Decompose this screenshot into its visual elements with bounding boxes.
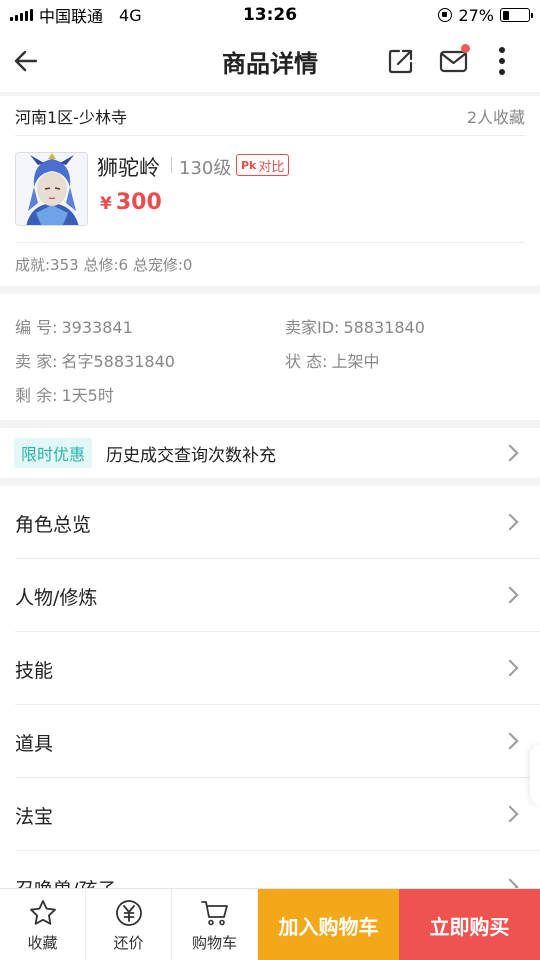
promo-tag: 限时优惠: [14, 438, 93, 468]
favorite-button[interactable]: 收藏: [0, 889, 86, 960]
back-arrow-icon[interactable]: [10, 44, 44, 78]
role-name: 狮驼岭: [97, 156, 160, 180]
menu-item-label: 人物/修炼: [15, 587, 98, 609]
shopping-cart-icon: [200, 900, 228, 925]
seller-id: 卖家ID: 58831840: [285, 314, 425, 338]
side-drawer-handle[interactable]: [530, 745, 540, 805]
item-id-label: 编 号:: [15, 318, 58, 337]
menu-item-label: 技能: [15, 660, 54, 682]
unread-dot: [461, 44, 470, 53]
cart-tab[interactable]: 购物车: [172, 889, 258, 960]
server-row: 河南1区-少林寺 2人收藏: [15, 96, 525, 136]
menu-item-summons[interactable]: 召唤兽/孩子: [0, 851, 540, 890]
chevron-right-icon: [501, 805, 519, 823]
menu-item-skills[interactable]: 技能: [0, 632, 540, 705]
pk-icon: Pk: [241, 158, 257, 172]
listing-status: 状 态: 上架中: [285, 348, 380, 372]
more-menu-icon[interactable]: [490, 44, 514, 78]
menu-item-character[interactable]: 人物/修炼: [0, 559, 540, 632]
bargain-button[interactable]: 还价: [86, 889, 172, 960]
listing-info-card: 编 号: 3933841 卖家ID: 58831840 卖 家: 名字58831840…: [0, 294, 540, 420]
item-summary-card: 河南1区-少林寺 2人收藏 狮驼岭 130级 Pk 对比 ¥300 成就:353…: [0, 96, 540, 286]
add-to-cart-button[interactable]: 加入购物车: [258, 889, 399, 960]
remaining-value: 1天5时: [61, 386, 114, 405]
cart-label: 购物车: [191, 933, 237, 952]
price: ¥300: [100, 190, 162, 215]
promo-row[interactable]: 限时优惠 历史成交查询次数补充: [0, 428, 540, 478]
chevron-right-icon: [501, 732, 519, 750]
seller-id-value: 58831840: [343, 318, 425, 337]
chevron-right-icon: [501, 586, 519, 604]
currency-symbol: ¥: [100, 194, 112, 214]
seller: 卖 家: 名字58831840: [15, 348, 175, 372]
menu-item-label: 道具: [15, 733, 54, 755]
bottom-action-bar: 收藏 还价 购物车 加入购物车 立即购买: [0, 888, 540, 960]
share-icon[interactable]: [386, 46, 416, 76]
menu-item-overview[interactable]: 角色总览: [0, 486, 540, 559]
clock: 13:26: [242, 5, 298, 25]
bargain-label: 还价: [113, 933, 144, 952]
battery-percent: 27%: [458, 5, 494, 25]
seller-label: 卖 家:: [15, 352, 58, 371]
item-id-value: 3933841: [61, 318, 133, 337]
compare-button[interactable]: Pk 对比: [236, 154, 290, 176]
seller-id-label: 卖家ID:: [285, 318, 340, 337]
status-label: 状 态:: [285, 352, 328, 371]
network-label: 4G: [119, 5, 142, 25]
chevron-right-icon: [501, 659, 519, 677]
favorite-label: 收藏: [27, 933, 58, 952]
character-avatar[interactable]: [15, 152, 88, 226]
character-portrait-image: [16, 153, 87, 225]
menu-item-label: 角色总览: [15, 514, 92, 536]
status-value: 上架中: [331, 352, 380, 371]
item-id: 编 号: 3933841: [15, 314, 133, 338]
detail-menu: 角色总览 人物/修炼 技能 道具 法宝 召唤兽/孩子: [0, 486, 540, 890]
nav-bar: 商品详情: [0, 30, 540, 92]
chevron-right-icon: [501, 444, 519, 462]
menu-item-items[interactable]: 道具: [0, 705, 540, 778]
signal-icon: [10, 9, 33, 21]
star-icon: [29, 899, 56, 925]
yen-coin-icon: [115, 899, 142, 926]
remaining-label: 剩 余:: [15, 386, 58, 405]
remaining-time: 剩 余: 1天5时: [15, 382, 114, 406]
price-value: 300: [115, 190, 162, 215]
status-bar: 中国联通 4G 13:26 27%: [0, 0, 540, 30]
buy-now-button[interactable]: 立即购买: [399, 889, 540, 960]
compare-label: 对比: [258, 159, 285, 175]
promo-text: 历史成交查询次数补充: [106, 445, 277, 466]
role-level: 130级: [179, 158, 232, 179]
seller-value: 名字58831840: [61, 352, 175, 371]
favorite-count: 2人收藏: [466, 107, 525, 127]
chevron-right-icon: [501, 513, 519, 531]
menu-item-treasures[interactable]: 法宝: [0, 778, 540, 851]
message-button[interactable]: [438, 44, 470, 76]
divider: [171, 157, 172, 173]
server-name: 河南1区-少林寺: [15, 107, 127, 127]
battery-icon: [500, 8, 533, 22]
rotation-lock-icon: [438, 8, 453, 22]
menu-item-label: 法宝: [15, 806, 54, 828]
stats-row: 成就:353 总修:6 总宠修:0: [15, 242, 525, 286]
carrier-label: 中国联通: [39, 7, 104, 26]
